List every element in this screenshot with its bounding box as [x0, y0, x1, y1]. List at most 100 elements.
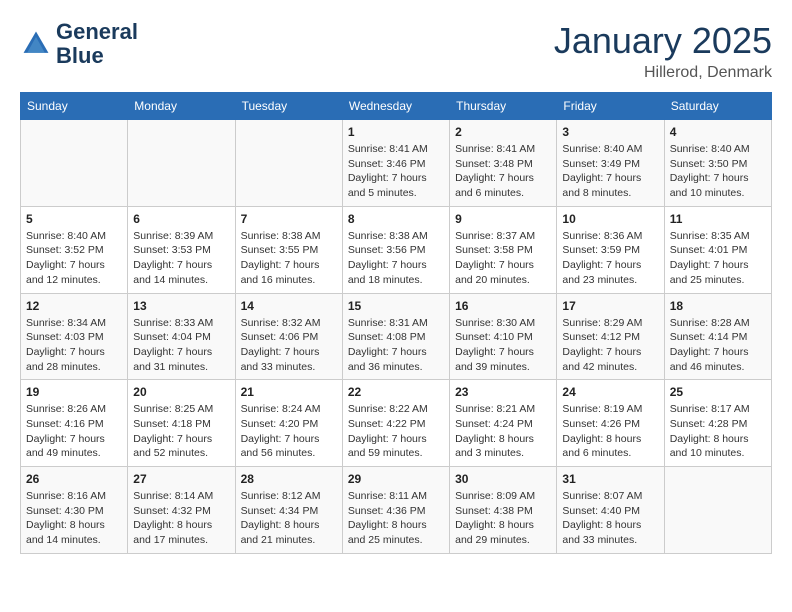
calendar-cell: 24 Sunrise: 8:19 AM Sunset: 4:26 PM Dayli…: [557, 380, 664, 467]
calendar-cell: 31 Sunrise: 8:07 AM Sunset: 4:40 PM Dayli…: [557, 467, 664, 554]
day-number: 17: [562, 299, 658, 313]
calendar-cell: 1 Sunrise: 8:41 AM Sunset: 3:46 PM Daylig…: [342, 120, 449, 207]
calendar-cell: 23Sunrise: 8:21 AM Sunset: 4:24 PM Dayli…: [450, 380, 557, 467]
calendar-cell: 4 Sunrise: 8:40 AM Sunset: 3:50 PM Daylig…: [664, 120, 771, 207]
calendar-table: SundayMondayTuesdayWednesdayThursdayFrid…: [20, 92, 772, 554]
day-number: 13: [133, 299, 229, 313]
day-info: Sunrise: 8:37 AM Sunset: 3:58 PM Dayligh…: [455, 229, 551, 288]
day-number: 20: [133, 385, 229, 399]
day-number: 1: [348, 125, 444, 139]
day-info: Sunrise: 8:32 AM Sunset: 4:06 PM Dayligh…: [241, 316, 337, 375]
day-info: Sunrise: 8:41 AM Sunset: 3:46 PM Dayligh…: [348, 142, 444, 201]
calendar-cell: 3 Sunrise: 8:40 AM Sunset: 3:49 PM Daylig…: [557, 120, 664, 207]
day-number: 9: [455, 212, 551, 226]
day-number: 2: [455, 125, 551, 139]
calendar-cell: 17Sunrise: 8:29 AM Sunset: 4:12 PM Dayli…: [557, 293, 664, 380]
day-number: 26: [26, 472, 122, 486]
day-number: 30: [455, 472, 551, 486]
day-number: 28: [241, 472, 337, 486]
day-info: Sunrise: 8:34 AM Sunset: 4:03 PM Dayligh…: [26, 316, 122, 375]
day-info: Sunrise: 8:16 AM Sunset: 4:30 PM Dayligh…: [26, 489, 122, 548]
day-number: 27: [133, 472, 229, 486]
logo-icon: [20, 28, 52, 60]
day-number: 12: [26, 299, 122, 313]
weekday-header-sunday: Sunday: [21, 93, 128, 120]
day-info: Sunrise: 8:40 AM Sunset: 3:49 PM Dayligh…: [562, 142, 658, 201]
day-info: Sunrise: 8:35 AM Sunset: 4:01 PM Dayligh…: [670, 229, 766, 288]
day-info: Sunrise: 8:38 AM Sunset: 3:55 PM Dayligh…: [241, 229, 337, 288]
calendar-week-row: 26 Sunrise: 8:16 AM Sunset: 4:30 PM Dayli…: [21, 467, 772, 554]
day-info: Sunrise: 8:38 AM Sunset: 3:56 PM Dayligh…: [348, 229, 444, 288]
day-number: 31: [562, 472, 658, 486]
day-info: Sunrise: 8:14 AM Sunset: 4:32 PM Dayligh…: [133, 489, 229, 548]
day-number: 14: [241, 299, 337, 313]
calendar-cell: 15 Sunrise: 8:31 AM Sunset: 4:08 PM Dayli…: [342, 293, 449, 380]
calendar-cell: 12 Sunrise: 8:34 AM Sunset: 4:03 PM Dayli…: [21, 293, 128, 380]
calendar-cell: [21, 120, 128, 207]
day-info: Sunrise: 8:26 AM Sunset: 4:16 PM Dayligh…: [26, 402, 122, 461]
calendar-cell: 11 Sunrise: 8:35 AM Sunset: 4:01 PM Dayli…: [664, 206, 771, 293]
day-info: Sunrise: 8:40 AM Sunset: 3:52 PM Dayligh…: [26, 229, 122, 288]
calendar-cell: 22 Sunrise: 8:22 AM Sunset: 4:22 PM Dayli…: [342, 380, 449, 467]
calendar-cell: 13Sunrise: 8:33 AM Sunset: 4:04 PM Dayli…: [128, 293, 235, 380]
calendar-week-row: 19 Sunrise: 8:26 AM Sunset: 4:16 PM Dayli…: [21, 380, 772, 467]
day-number: 23: [455, 385, 551, 399]
calendar-cell: 18Sunrise: 8:28 AM Sunset: 4:14 PM Dayli…: [664, 293, 771, 380]
month-title: January 2025: [554, 20, 772, 62]
day-number: 5: [26, 212, 122, 226]
day-number: 6: [133, 212, 229, 226]
calendar-cell: [235, 120, 342, 207]
day-number: 10: [562, 212, 658, 226]
day-number: 4: [670, 125, 766, 139]
day-number: 22: [348, 385, 444, 399]
weekday-header-tuesday: Tuesday: [235, 93, 342, 120]
day-info: Sunrise: 8:31 AM Sunset: 4:08 PM Dayligh…: [348, 316, 444, 375]
calendar-cell: 9 Sunrise: 8:37 AM Sunset: 3:58 PM Daylig…: [450, 206, 557, 293]
day-info: Sunrise: 8:17 AM Sunset: 4:28 PM Dayligh…: [670, 402, 766, 461]
calendar-week-row: 1 Sunrise: 8:41 AM Sunset: 3:46 PM Daylig…: [21, 120, 772, 207]
weekday-header-thursday: Thursday: [450, 93, 557, 120]
calendar-cell: [664, 467, 771, 554]
calendar-cell: 7 Sunrise: 8:38 AM Sunset: 3:55 PM Daylig…: [235, 206, 342, 293]
calendar-header-row: SundayMondayTuesdayWednesdayThursdayFrid…: [21, 93, 772, 120]
day-info: Sunrise: 8:30 AM Sunset: 4:10 PM Dayligh…: [455, 316, 551, 375]
day-info: Sunrise: 8:41 AM Sunset: 3:48 PM Dayligh…: [455, 142, 551, 201]
day-info: Sunrise: 8:12 AM Sunset: 4:34 PM Dayligh…: [241, 489, 337, 548]
calendar-cell: 20Sunrise: 8:25 AM Sunset: 4:18 PM Dayli…: [128, 380, 235, 467]
day-number: 19: [26, 385, 122, 399]
day-info: Sunrise: 8:39 AM Sunset: 3:53 PM Dayligh…: [133, 229, 229, 288]
day-number: 16: [455, 299, 551, 313]
day-number: 7: [241, 212, 337, 226]
location-subtitle: Hillerod, Denmark: [554, 64, 772, 82]
day-number: 24: [562, 385, 658, 399]
day-info: Sunrise: 8:36 AM Sunset: 3:59 PM Dayligh…: [562, 229, 658, 288]
day-number: 29: [348, 472, 444, 486]
day-info: Sunrise: 8:07 AM Sunset: 4:40 PM Dayligh…: [562, 489, 658, 548]
day-number: 15: [348, 299, 444, 313]
calendar-cell: 14 Sunrise: 8:32 AM Sunset: 4:06 PM Dayli…: [235, 293, 342, 380]
calendar-cell: 5 Sunrise: 8:40 AM Sunset: 3:52 PM Daylig…: [21, 206, 128, 293]
day-info: Sunrise: 8:22 AM Sunset: 4:22 PM Dayligh…: [348, 402, 444, 461]
calendar-week-row: 5 Sunrise: 8:40 AM Sunset: 3:52 PM Daylig…: [21, 206, 772, 293]
calendar-week-row: 12 Sunrise: 8:34 AM Sunset: 4:03 PM Dayli…: [21, 293, 772, 380]
day-number: 21: [241, 385, 337, 399]
calendar-cell: 8 Sunrise: 8:38 AM Sunset: 3:56 PM Daylig…: [342, 206, 449, 293]
day-number: 3: [562, 125, 658, 139]
page-header: General Blue January 2025 Hillerod, Denm…: [20, 20, 772, 82]
day-number: 18: [670, 299, 766, 313]
day-info: Sunrise: 8:40 AM Sunset: 3:50 PM Dayligh…: [670, 142, 766, 201]
calendar-cell: 26 Sunrise: 8:16 AM Sunset: 4:30 PM Dayli…: [21, 467, 128, 554]
title-block: January 2025 Hillerod, Denmark: [554, 20, 772, 82]
day-info: Sunrise: 8:19 AM Sunset: 4:26 PM Dayligh…: [562, 402, 658, 461]
calendar-cell: 16 Sunrise: 8:30 AM Sunset: 4:10 PM Dayli…: [450, 293, 557, 380]
day-number: 11: [670, 212, 766, 226]
day-info: Sunrise: 8:09 AM Sunset: 4:38 PM Dayligh…: [455, 489, 551, 548]
day-number: 8: [348, 212, 444, 226]
calendar-cell: 25 Sunrise: 8:17 AM Sunset: 4:28 PM Dayli…: [664, 380, 771, 467]
calendar-cell: 21Sunrise: 8:24 AM Sunset: 4:20 PM Dayli…: [235, 380, 342, 467]
calendar-cell: 27 Sunrise: 8:14 AM Sunset: 4:32 PM Dayli…: [128, 467, 235, 554]
logo-text: General Blue: [56, 20, 138, 68]
day-number: 25: [670, 385, 766, 399]
weekday-header-wednesday: Wednesday: [342, 93, 449, 120]
calendar-cell: 2 Sunrise: 8:41 AM Sunset: 3:48 PM Daylig…: [450, 120, 557, 207]
